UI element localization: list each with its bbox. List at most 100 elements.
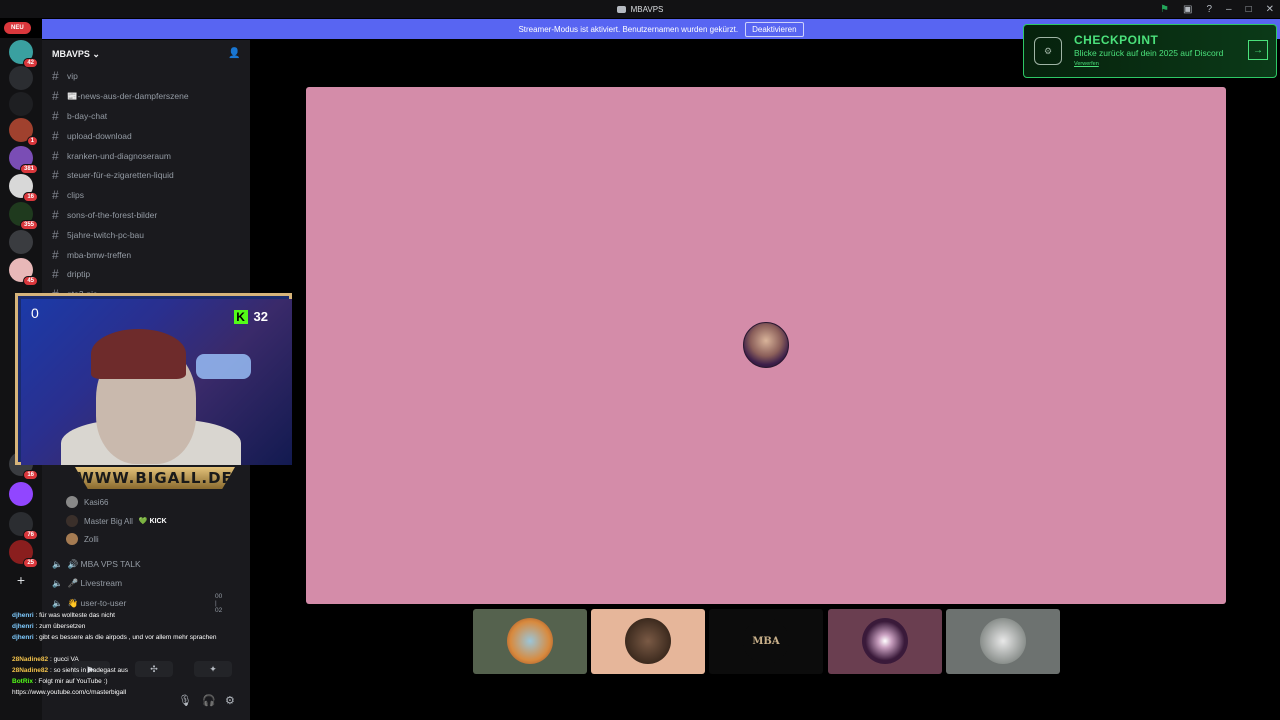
new-badge: NEU xyxy=(4,22,31,34)
kick-follower-count: K 32 xyxy=(233,309,268,324)
hash-icon: # xyxy=(52,188,59,202)
chat-message: 28Nadine82 : so siehts in Radegast aus xyxy=(12,667,128,674)
add-server-icon[interactable]: + xyxy=(9,568,33,592)
server-name-header[interactable]: MBAVPS ⌄ xyxy=(52,49,100,60)
kick-tag: 💚 KICK xyxy=(138,518,167,525)
window-title: MBAVPS xyxy=(630,4,664,14)
speaker-icon: 🔈 xyxy=(52,597,63,608)
hash-icon: # xyxy=(52,248,59,262)
minimize-icon[interactable]: – xyxy=(1226,4,1232,15)
flag-icon[interactable]: ⚑ xyxy=(1160,4,1169,15)
hash-icon: # xyxy=(52,168,59,182)
avatar xyxy=(66,496,78,508)
server-icon[interactable]: 355 xyxy=(9,202,38,230)
camera-icon xyxy=(862,618,908,664)
hash-icon: # xyxy=(52,228,59,242)
unread-badge: 45 xyxy=(23,276,38,286)
speaker-icon: 🔈 xyxy=(52,558,63,569)
hash-icon: # xyxy=(52,149,59,163)
titlebar: MBAVPS ⚑ ▣ ? – □ ✕ xyxy=(0,0,1280,18)
checkpoint-subtitle: Blicke zurück auf dein 2025 auf Discord xyxy=(1074,48,1224,58)
hash-icon: # xyxy=(52,129,59,143)
voice-user-count: 00 | 02 xyxy=(215,592,223,614)
hash-icon: # xyxy=(52,109,59,123)
avatar xyxy=(66,533,78,545)
checkpoint-promo[interactable]: ⚙ CHECKPOINT Blicke zurück auf dein 2025… xyxy=(1023,24,1277,78)
checkpoint-title: CHECKPOINT xyxy=(1074,33,1159,47)
chat-message: djhenri : zum übersetzen xyxy=(12,623,86,630)
voice-channel[interactable]: 🔈 🔊 MBA VPS TALK xyxy=(52,557,141,571)
hash-icon: # xyxy=(52,208,59,222)
avatar xyxy=(66,515,78,527)
channel-item[interactable]: # sons-of-the-forest-bilder xyxy=(52,208,157,222)
mbavps-logo-icon: MBA xyxy=(743,618,789,664)
arrow-right-icon[interactable]: → xyxy=(1248,40,1268,60)
stream-chat-overlay: djhenri : für was wollteste das nicht dj… xyxy=(12,612,238,700)
inbox-icon[interactable]: ▣ xyxy=(1183,4,1192,15)
maximize-icon[interactable]: □ xyxy=(1246,4,1252,15)
participant-tile[interactable] xyxy=(946,609,1060,674)
invite-people-icon[interactable]: 👤 xyxy=(228,48,240,59)
channel-item[interactable]: # upload-download xyxy=(52,129,132,143)
website-banner: WWW.BIGALL.DE xyxy=(75,467,235,489)
app-logo-icon xyxy=(616,5,626,13)
server-icon[interactable] xyxy=(9,92,33,116)
hash-icon: # xyxy=(52,267,59,281)
kick-logo-icon: K xyxy=(233,309,248,324)
chat-message: djhenri : für was wollteste das nicht xyxy=(12,612,115,619)
server-icon[interactable] xyxy=(9,66,33,90)
server-icon[interactable]: 76 xyxy=(9,512,38,540)
participant-tile[interactable] xyxy=(828,609,942,674)
dismiss-link[interactable]: Verwerfen xyxy=(1074,61,1099,67)
viewer-counter: 0 xyxy=(31,305,39,321)
channel-item[interactable]: # vip xyxy=(52,69,78,83)
participant-avatar xyxy=(743,322,789,368)
participant-tile[interactable] xyxy=(473,609,587,674)
chat-message: 28Nadine82 : gucci VA xyxy=(12,656,79,663)
server-icon[interactable]: 42 xyxy=(9,40,38,68)
channel-item[interactable]: #5jahre-twitch-pc-bau xyxy=(52,228,144,242)
server-icon[interactable]: 1 xyxy=(9,118,38,146)
neon-light xyxy=(196,354,251,379)
chat-message: djhenri : gibt es bessere als die airpod… xyxy=(12,634,217,641)
unread-badge: 355 xyxy=(19,220,38,230)
voice-channel[interactable]: 🔈 🎤 Livestream xyxy=(52,576,122,590)
channel-item[interactable]: # clips xyxy=(52,188,84,202)
server-icon[interactable] xyxy=(9,230,33,254)
participant-tile[interactable] xyxy=(591,609,705,674)
deactivate-button[interactable]: Deaktivieren xyxy=(745,21,804,37)
streamer-cap xyxy=(91,329,186,379)
voice-user[interactable]: Zolli xyxy=(66,532,99,546)
unread-badge: 25 xyxy=(23,558,38,568)
channel-item[interactable]: # mba-bmw-treffen xyxy=(52,248,131,262)
main-video-stage[interactable] xyxy=(306,87,1226,604)
close-icon[interactable]: ✕ xyxy=(1266,4,1274,15)
chat-message: BotRix : Folgt mir auf YouTube :) xyxy=(12,678,108,685)
hash-icon: # xyxy=(52,89,59,103)
speaker-icon: 🔈 xyxy=(52,577,63,588)
server-icon[interactable]: 45 xyxy=(9,258,38,286)
banner-message: Streamer-Modus ist aktiviert. Benutzerna… xyxy=(518,24,739,34)
channel-item[interactable]: # b-day-chat xyxy=(52,109,107,123)
channel-item[interactable]: # kranken-und-diagnoseraum xyxy=(52,149,171,163)
webcam-overlay: 0 K 32 WWW.BIGALL.DE xyxy=(15,293,292,491)
hash-icon: # xyxy=(52,69,59,83)
channel-item[interactable]: # 📰-news-aus-der-dampferszene xyxy=(52,89,189,103)
server-icon[interactable]: 25 xyxy=(9,540,38,568)
server-icon[interactable]: 381 xyxy=(9,146,38,174)
voice-user[interactable]: Master Big All 💚 KICK xyxy=(66,514,167,528)
voice-channel[interactable]: 🔈 👋 user-to-user 00 | 02 xyxy=(52,593,222,614)
unread-badge: 381 xyxy=(19,164,38,174)
participant-avatar xyxy=(507,618,553,664)
server-icon[interactable]: 16 xyxy=(9,174,38,202)
help-icon[interactable]: ? xyxy=(1206,4,1212,15)
chat-message: https://www.youtube.com/c/masterbigall xyxy=(12,689,127,696)
voice-user[interactable]: Kasi66 xyxy=(66,495,108,509)
participant-tile[interactable]: MBA xyxy=(709,609,823,674)
robot-icon: ⚙ xyxy=(1034,37,1062,65)
channel-item[interactable]: # steuer-für-e-zigaretten-liquid xyxy=(52,168,174,182)
unread-badge: 1 xyxy=(26,136,38,146)
titlebar-controls: ⚑ ▣ ? – □ ✕ xyxy=(1160,0,1274,18)
channel-item[interactable]: # driptip xyxy=(52,267,90,281)
participant-avatar xyxy=(980,618,1026,664)
